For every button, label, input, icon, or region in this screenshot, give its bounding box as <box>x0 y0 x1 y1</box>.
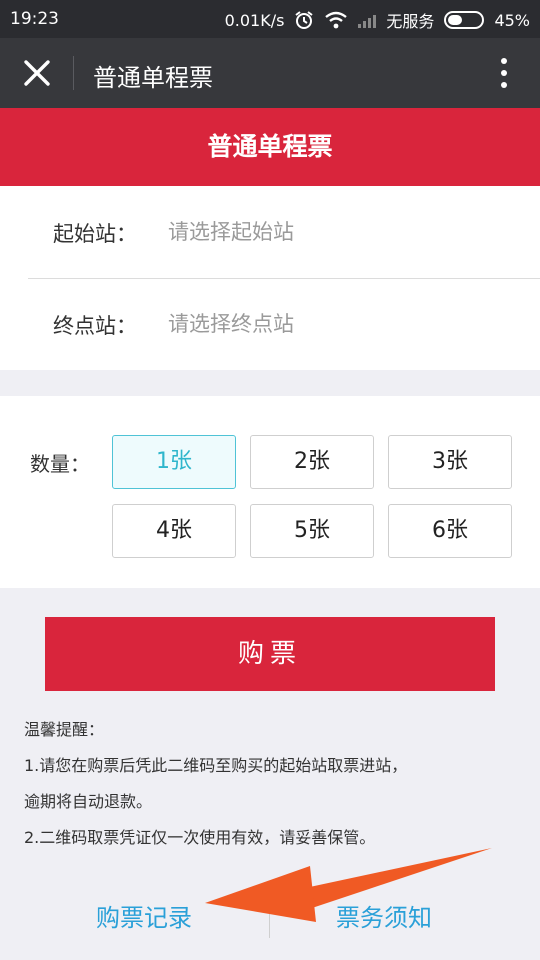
quantity-section: 数量： 1张 2张 3张 4张 5张 6张 <box>0 396 540 588</box>
close-icon[interactable] <box>18 53 56 93</box>
end-station-row[interactable]: 终点站： 请选择终点站 <box>0 278 540 370</box>
quantity-option-5[interactable]: 5张 <box>250 504 374 558</box>
quantity-option-2[interactable]: 2张 <box>250 435 374 489</box>
quantity-option-6[interactable]: 6张 <box>388 504 512 558</box>
tips-line: 2.二维码取票凭证仅一次使用有效，请妥善保管。 <box>24 828 376 847</box>
alarm-icon <box>295 11 314 29</box>
tips-line: 1.请您在购票后凭此二维码至购买的起始站取票进站， <box>24 756 408 775</box>
start-station-row[interactable]: 起始站： 请选择起始站 <box>0 186 540 278</box>
end-station-label: 终点站： <box>53 314 137 338</box>
purchase-records-link[interactable]: 购票记录 <box>96 898 192 933</box>
network-speed: 0.01K/s <box>224 10 285 30</box>
footer-divider <box>269 898 270 938</box>
quantity-option-4[interactable]: 4张 <box>112 504 236 558</box>
signal-icon <box>358 12 377 28</box>
tips-section: 温馨提醒： 1.请您在购票后凭此二维码至购买的起始站取票进站， 逾期将自动退款。… <box>24 712 524 856</box>
nav-bar: 普通单程票 <box>0 38 540 108</box>
tips-heading: 温馨提醒： <box>24 720 105 739</box>
battery-icon <box>444 11 485 29</box>
page-title: 普通单程票 <box>0 108 540 186</box>
start-station-label: 起始站： <box>53 222 137 246</box>
quantity-label: 数量： <box>30 452 90 476</box>
status-bar: 19:23 0.01K/s 无服务 45% <box>0 0 540 38</box>
footer-links: 购票记录 票务须知 <box>0 880 540 950</box>
clock: 19:23 <box>10 9 59 29</box>
status-icons: 0.01K/s 无服务 45% <box>225 8 530 32</box>
start-station-input[interactable]: 请选择起始站 <box>168 216 294 246</box>
service-status: 无服务 <box>386 12 435 31</box>
quantity-option-1[interactable]: 1张 <box>112 435 236 489</box>
quantity-option-3[interactable]: 3张 <box>388 435 512 489</box>
buy-ticket-button[interactable]: 购票 <box>45 617 495 691</box>
nav-divider <box>73 56 74 90</box>
ticket-notice-link[interactable]: 票务须知 <box>336 898 432 933</box>
wifi-icon <box>325 11 348 29</box>
tips-line: 逾期将自动退款。 <box>24 792 153 811</box>
more-icon[interactable] <box>500 58 508 92</box>
battery-percent: 45% <box>494 10 530 30</box>
nav-title: 普通单程票 <box>93 64 213 92</box>
station-form: 起始站： 请选择起始站 终点站： 请选择终点站 <box>0 186 540 370</box>
end-station-input[interactable]: 请选择终点站 <box>168 308 294 338</box>
